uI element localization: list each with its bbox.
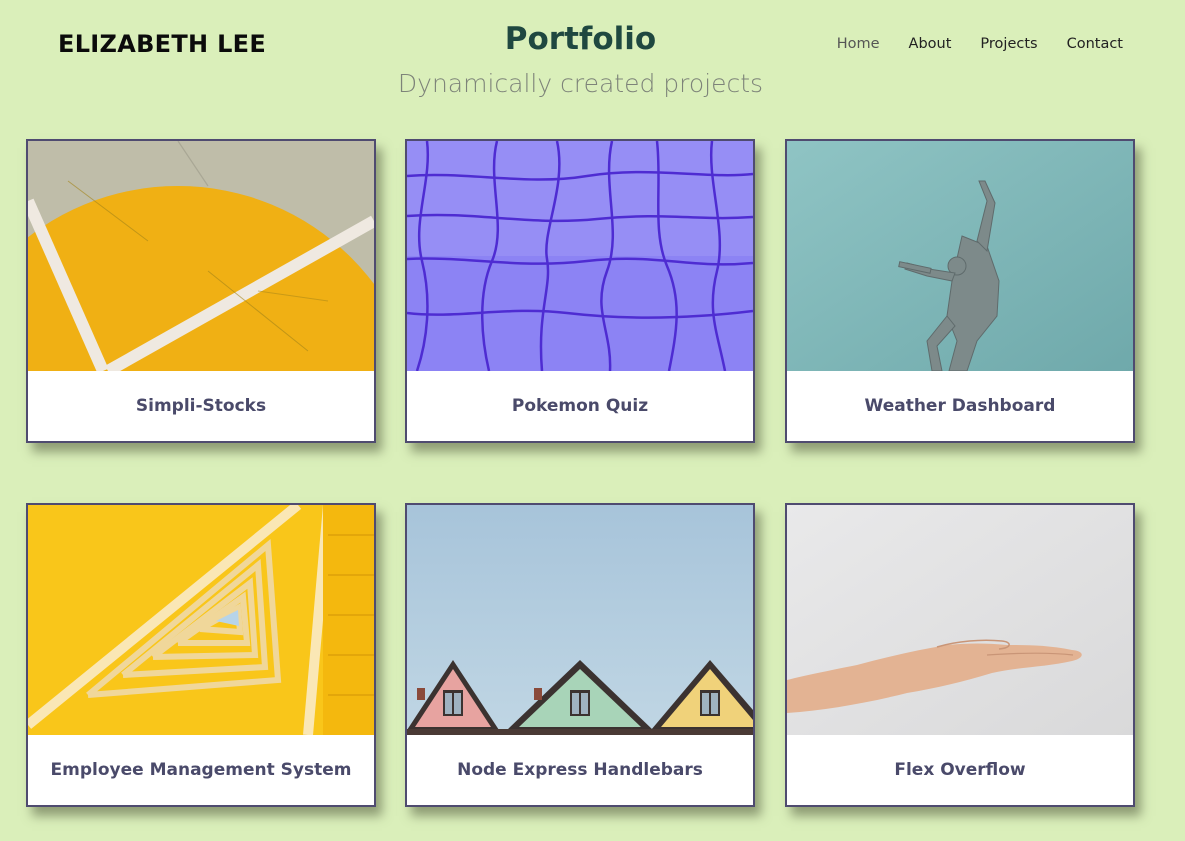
- project-title[interactable]: Node Express Handlebars: [407, 735, 753, 805]
- project-card-simpli-stocks[interactable]: Simpli-Stocks: [26, 139, 376, 443]
- page-subtitle: Dynamically created projects: [397, 69, 764, 98]
- project-card-weather-dashboard[interactable]: Weather Dashboard: [785, 139, 1135, 443]
- project-image-node-express-handlebars[interactable]: [407, 505, 753, 735]
- project-card-flex-overflow[interactable]: Flex Overflow: [785, 503, 1135, 807]
- project-image-employee-management-system[interactable]: [28, 505, 374, 735]
- statue-sky-photo: [787, 141, 1133, 371]
- yellow-stairwell-photo: [28, 505, 374, 735]
- main-nav: Home About Projects Contact: [808, 34, 1123, 54]
- nav-about-link[interactable]: About: [909, 34, 952, 54]
- open-hand-photo: [787, 505, 1133, 735]
- nav-contact-link[interactable]: Contact: [1067, 34, 1123, 54]
- colorful-rooftops-photo: [407, 505, 753, 735]
- project-title[interactable]: Flex Overflow: [787, 735, 1133, 805]
- project-image-simpli-stocks[interactable]: [28, 141, 374, 371]
- project-card-pokemon-quiz[interactable]: Pokemon Quiz: [405, 139, 755, 443]
- project-title[interactable]: Employee Management System: [28, 735, 374, 805]
- nav-home-link[interactable]: Home: [837, 34, 880, 54]
- project-title[interactable]: Weather Dashboard: [787, 371, 1133, 441]
- project-title[interactable]: Pokemon Quiz: [407, 371, 753, 441]
- purple-pool-tiles-photo: [407, 141, 753, 371]
- project-card-node-express-handlebars[interactable]: Node Express Handlebars: [405, 503, 755, 807]
- project-image-pokemon-quiz[interactable]: [407, 141, 753, 371]
- project-title[interactable]: Simpli-Stocks: [28, 371, 374, 441]
- nav-projects-link[interactable]: Projects: [980, 34, 1037, 54]
- yellow-court-photo: [28, 141, 374, 371]
- project-image-weather-dashboard[interactable]: [787, 141, 1133, 371]
- project-card-employee-management-system[interactable]: Employee Management System: [26, 503, 376, 807]
- project-image-flex-overflow[interactable]: [787, 505, 1133, 735]
